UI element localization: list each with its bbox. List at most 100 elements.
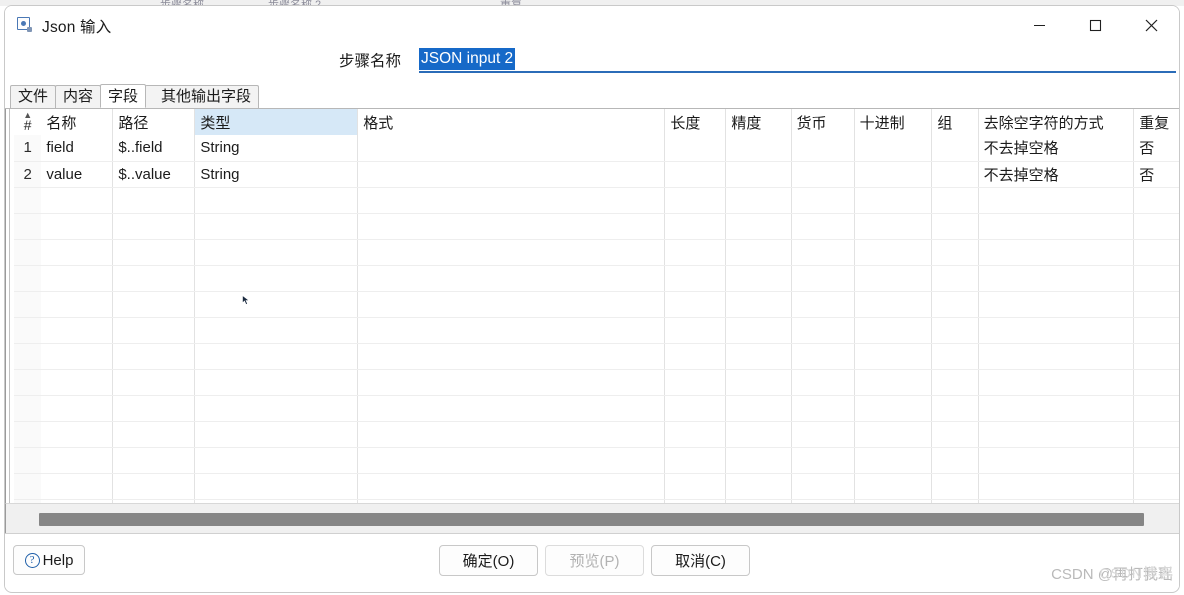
cell-empty[interactable] [41,239,114,266]
cell-empty[interactable] [854,317,933,344]
cell-group[interactable] [931,161,979,188]
cell-empty[interactable] [791,421,855,448]
cell-empty[interactable] [1133,447,1179,474]
column-header-group[interactable]: 组 [931,109,979,135]
cell-empty[interactable] [14,421,42,448]
cell-empty[interactable] [931,213,979,240]
cell-empty[interactable] [112,343,196,370]
cell-empty[interactable] [357,213,666,240]
table-row[interactable]: 1 field $..field String 不去掉空格 否 [14,135,1179,162]
cell-empty[interactable] [931,265,979,292]
cell-empty[interactable] [791,447,855,474]
cell-empty[interactable] [14,213,42,240]
cell-empty[interactable] [357,291,666,318]
cell-empty[interactable] [664,213,727,240]
cell-empty[interactable] [725,421,792,448]
cell-empty[interactable] [931,473,979,500]
cell-empty[interactable] [854,187,933,214]
table-row-empty[interactable] [14,421,1179,448]
cell-empty[interactable] [1133,473,1179,500]
cell-empty[interactable] [14,187,42,214]
table-row[interactable]: 2 value $..value String 不去掉空格 否 [14,161,1179,188]
cell-empty[interactable] [112,213,196,240]
cell-empty[interactable] [1133,213,1179,240]
cell-empty[interactable] [357,395,666,422]
cell-empty[interactable] [931,343,979,370]
cell-empty[interactable] [854,291,933,318]
cell-empty[interactable] [931,421,979,448]
cell-empty[interactable] [725,291,792,318]
cell-empty[interactable] [854,473,933,500]
table-row-empty[interactable] [14,447,1179,474]
table-row-empty[interactable] [14,265,1179,292]
cell-empty[interactable] [112,239,196,266]
column-header-path[interactable]: 路径 [112,109,196,135]
cell-empty[interactable] [854,239,933,266]
cell-empty[interactable] [931,291,979,318]
cell-empty[interactable] [931,447,979,474]
table-row-empty[interactable] [14,187,1179,214]
table-row-empty[interactable] [14,343,1179,370]
cell-empty[interactable] [41,291,114,318]
cell-empty[interactable] [1133,317,1179,344]
cell-empty[interactable] [1133,239,1179,266]
cell-empty[interactable] [14,343,42,370]
cell-empty[interactable] [978,265,1135,292]
cell-empty[interactable] [931,317,979,344]
cell-empty[interactable] [357,421,666,448]
cell-empty[interactable] [112,447,196,474]
cell-empty[interactable] [194,395,359,422]
column-header-name[interactable]: 名称 [41,109,114,135]
cell-empty[interactable] [791,213,855,240]
cell-empty[interactable] [725,239,792,266]
cell-name[interactable]: field [41,135,114,162]
tab-fields[interactable]: 字段 [100,84,147,108]
tab-content[interactable]: 内容 [55,85,102,108]
cell-empty[interactable] [194,343,359,370]
cell-empty[interactable] [791,265,855,292]
cell-empty[interactable] [725,395,792,422]
cell-empty[interactable] [194,239,359,266]
cell-empty[interactable] [664,369,727,396]
cell-empty[interactable] [112,187,196,214]
cell-type[interactable]: String [194,161,359,188]
cell-empty[interactable] [357,265,666,292]
cell-empty[interactable] [112,473,196,500]
cell-decimal[interactable] [854,135,933,162]
column-header-length[interactable]: 长度 [664,109,727,135]
fields-table-container[interactable]: ▲ # 名称 路径 类型 格式 长度 精度 货币 十进制 组 去除空字符的方式 … [5,109,1179,503]
cell-empty[interactable] [194,473,359,500]
cell-empty[interactable] [1133,343,1179,370]
cell-empty[interactable] [41,395,114,422]
cell-empty[interactable] [1133,421,1179,448]
cell-empty[interactable] [194,317,359,344]
column-header-decimal[interactable]: 十进制 [854,109,933,135]
cell-empty[interactable] [978,369,1135,396]
cell-empty[interactable] [357,343,666,370]
cell-currency[interactable] [791,161,855,188]
cell-empty[interactable] [978,317,1135,344]
cell-empty[interactable] [1133,291,1179,318]
cell-empty[interactable] [931,187,979,214]
table-row-empty[interactable] [14,239,1179,266]
cell-empty[interactable] [194,187,359,214]
cell-empty[interactable] [854,213,933,240]
cell-empty[interactable] [41,343,114,370]
column-header-precision[interactable]: 精度 [725,109,792,135]
cell-decimal[interactable] [854,161,933,188]
cell-empty[interactable] [41,265,114,292]
cell-precision[interactable] [725,135,792,162]
cell-format[interactable] [357,135,666,162]
cell-empty[interactable] [791,473,855,500]
cell-empty[interactable] [1133,395,1179,422]
cell-empty[interactable] [791,395,855,422]
cell-empty[interactable] [725,265,792,292]
cell-empty[interactable] [14,369,42,396]
table-row-empty[interactable] [14,473,1179,500]
cell-name[interactable]: value [41,161,114,188]
step-name-input[interactable] [419,47,1176,73]
cell-empty[interactable] [725,317,792,344]
cell-empty[interactable] [41,317,114,344]
cell-empty[interactable] [664,239,727,266]
cell-empty[interactable] [664,447,727,474]
